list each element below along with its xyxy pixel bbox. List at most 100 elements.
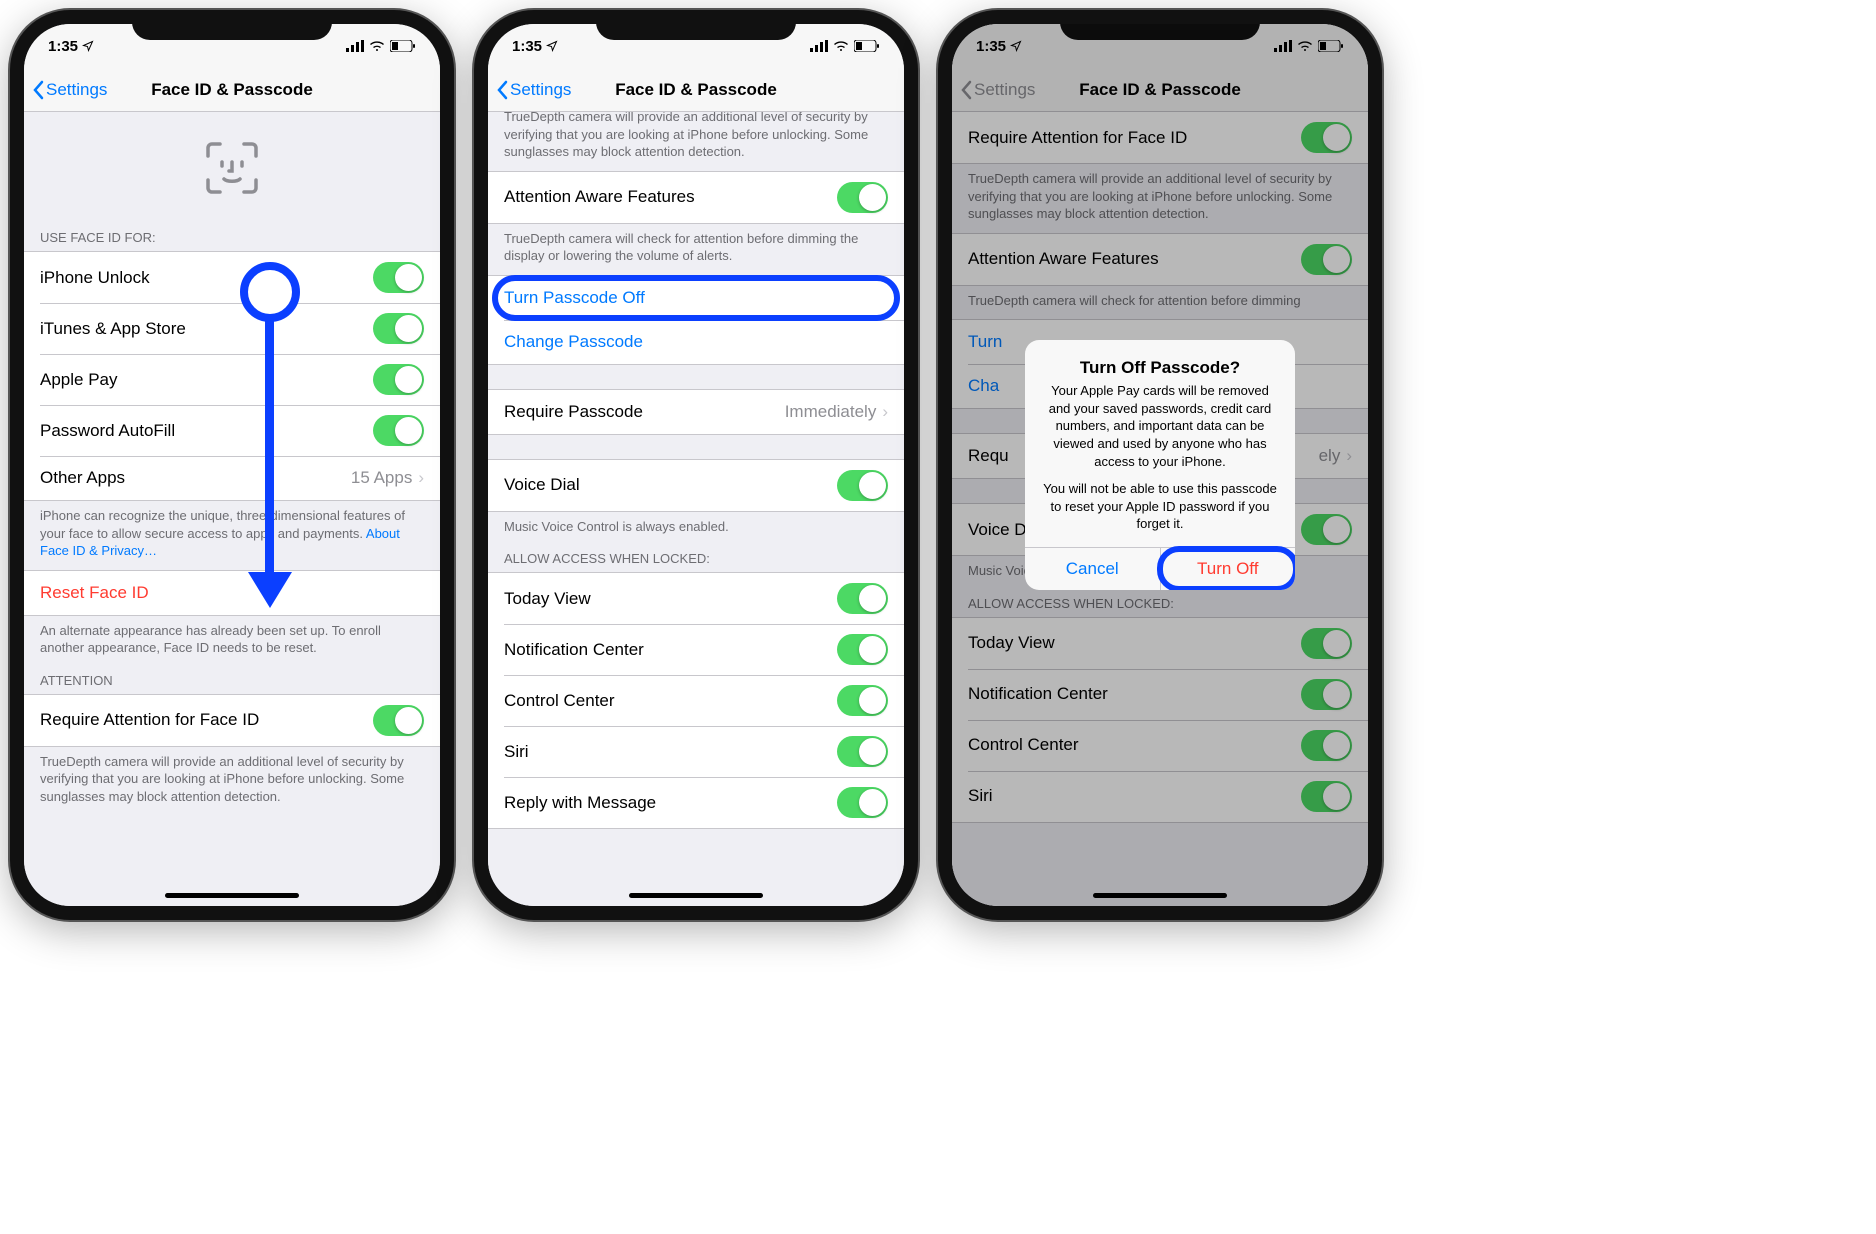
toggle-switch[interactable] (837, 182, 888, 213)
row-other-apps[interactable]: Other Apps 15 Apps › (24, 456, 440, 500)
chevron-left-icon (496, 80, 508, 100)
row-siri[interactable]: Siri (488, 726, 904, 777)
attention-aware-footer: TrueDepth camera will check for attentio… (488, 224, 904, 275)
wifi-icon (369, 40, 385, 52)
row-label: Control Center (504, 691, 615, 711)
row-label: Apple Pay (40, 370, 118, 390)
row-label: Reply with Message (504, 793, 656, 813)
allow-access-header: ALLOW ACCESS WHEN LOCKED: (488, 545, 904, 572)
chevron-right-icon: › (418, 468, 424, 488)
row-control-center[interactable]: Control Center (488, 675, 904, 726)
home-indicator[interactable] (629, 893, 763, 898)
nav-back-button[interactable]: Settings (496, 80, 571, 100)
row-label: Require Passcode (504, 402, 643, 422)
battery-icon (390, 40, 416, 52)
alert-dialog: Turn Off Passcode? Your Apple Pay cards … (1025, 340, 1295, 589)
require-attention-footer: TrueDepth camera will provide an additio… (24, 747, 440, 816)
phone-mockup-2: 1:35 Settings Face ID & Passcode TrueDep… (474, 10, 918, 920)
reset-footer: An alternate appearance has already been… (24, 616, 440, 667)
toggle-switch[interactable] (837, 470, 888, 501)
status-time: 1:35 (512, 38, 542, 55)
toggle-switch[interactable] (837, 685, 888, 716)
location-arrow-icon (82, 40, 94, 52)
toggle-switch[interactable] (837, 787, 888, 818)
alert-message: Your Apple Pay cards will be removed and… (1041, 382, 1279, 532)
face-id-icon (204, 140, 260, 196)
use-face-id-header: USE FACE ID FOR: (24, 224, 440, 251)
row-label: Reset Face ID (40, 583, 149, 603)
cellular-icon (810, 40, 828, 52)
notch (596, 10, 796, 40)
alert-cancel-button[interactable]: Cancel (1025, 548, 1160, 590)
notch (132, 10, 332, 40)
annotation-arrow-head (248, 572, 292, 608)
row-require-attention[interactable]: Require Attention for Face ID (24, 695, 440, 746)
toggle-switch[interactable] (373, 262, 424, 293)
toggle-switch[interactable] (837, 736, 888, 767)
chevron-right-icon: › (882, 402, 888, 422)
toggle-switch[interactable] (373, 364, 424, 395)
row-label: Today View (504, 589, 591, 609)
row-label: Change Passcode (504, 332, 643, 352)
nav-bar: Settings Face ID & Passcode (488, 68, 904, 112)
attention-header: ATTENTION (24, 667, 440, 694)
row-value: 15 Apps (351, 468, 412, 488)
annotation-circle (240, 262, 300, 322)
reset-group: Reset Face ID (24, 570, 440, 616)
settings-content[interactable]: USE FACE ID FOR: iPhone Unlock iTunes & … (24, 112, 440, 906)
row-label: Password AutoFill (40, 421, 175, 441)
row-label: Attention Aware Features (504, 187, 695, 207)
row-reply-with-message[interactable]: Reply with Message (488, 777, 904, 828)
face-id-hero (24, 112, 440, 224)
row-label: Siri (504, 742, 529, 762)
row-notification-center[interactable]: Notification Center (488, 624, 904, 675)
home-indicator[interactable] (165, 893, 299, 898)
truncated-footer-top: TrueDepth camera will provide an additio… (488, 112, 904, 171)
row-reset-face-id[interactable]: Reset Face ID (24, 571, 440, 615)
annotation-arrow-shaft (265, 317, 274, 577)
toggle-switch[interactable] (373, 415, 424, 446)
location-arrow-icon (546, 40, 558, 52)
row-voice-dial[interactable]: Voice Dial (488, 460, 904, 511)
wifi-icon (833, 40, 849, 52)
row-turn-passcode-off[interactable]: Turn Passcode Off (488, 276, 904, 320)
screen-3: 1:35 Settings Face ID & Passcode Require… (952, 24, 1368, 906)
row-label: Other Apps (40, 468, 125, 488)
row-label: iPhone Unlock (40, 268, 150, 288)
row-attention-aware[interactable]: Attention Aware Features (488, 172, 904, 223)
nav-back-label: Settings (46, 80, 107, 100)
attention-group: Require Attention for Face ID (24, 694, 440, 747)
row-apple-pay[interactable]: Apple Pay (24, 354, 440, 405)
row-label: Turn Passcode Off (504, 288, 645, 308)
toggle-switch[interactable] (373, 313, 424, 344)
row-change-passcode[interactable]: Change Passcode (488, 320, 904, 364)
row-password-autofill[interactable]: Password AutoFill (24, 405, 440, 456)
row-label: iTunes & App Store (40, 319, 186, 339)
toggle-switch[interactable] (373, 705, 424, 736)
voice-dial-footer: Music Voice Control is always enabled. (488, 512, 904, 546)
row-itunes-app-store[interactable]: iTunes & App Store (24, 303, 440, 354)
screen-2: 1:35 Settings Face ID & Passcode TrueDep… (488, 24, 904, 906)
toggle-switch[interactable] (837, 634, 888, 665)
row-today-view[interactable]: Today View (488, 573, 904, 624)
battery-icon (854, 40, 880, 52)
row-label: Voice Dial (504, 475, 580, 495)
use-face-id-group: iPhone Unlock iTunes & App Store Apple P… (24, 251, 440, 501)
chevron-left-icon (32, 80, 44, 100)
modal-overlay: Turn Off Passcode? Your Apple Pay cards … (952, 24, 1368, 906)
row-label: Require Attention for Face ID (40, 710, 259, 730)
phone-mockup-1: 1:35 Settings Face ID & Passcode (10, 10, 454, 920)
nav-back-label: Settings (510, 80, 571, 100)
alert-turn-off-button[interactable]: Turn Off (1160, 548, 1296, 590)
use-face-id-footer: iPhone can recognize the unique, three-d… (24, 501, 440, 570)
toggle-switch[interactable] (837, 583, 888, 614)
phone-mockup-3: 1:35 Settings Face ID & Passcode Require… (938, 10, 1382, 920)
settings-content[interactable]: TrueDepth camera will provide an additio… (488, 112, 904, 906)
row-require-passcode[interactable]: Require Passcode Immediately› (488, 390, 904, 434)
row-value: Immediately (785, 402, 877, 422)
cellular-icon (346, 40, 364, 52)
row-iphone-unlock[interactable]: iPhone Unlock (24, 252, 440, 303)
nav-back-button[interactable]: Settings (32, 80, 107, 100)
status-time: 1:35 (48, 38, 78, 55)
alert-title: Turn Off Passcode? (1041, 358, 1279, 378)
